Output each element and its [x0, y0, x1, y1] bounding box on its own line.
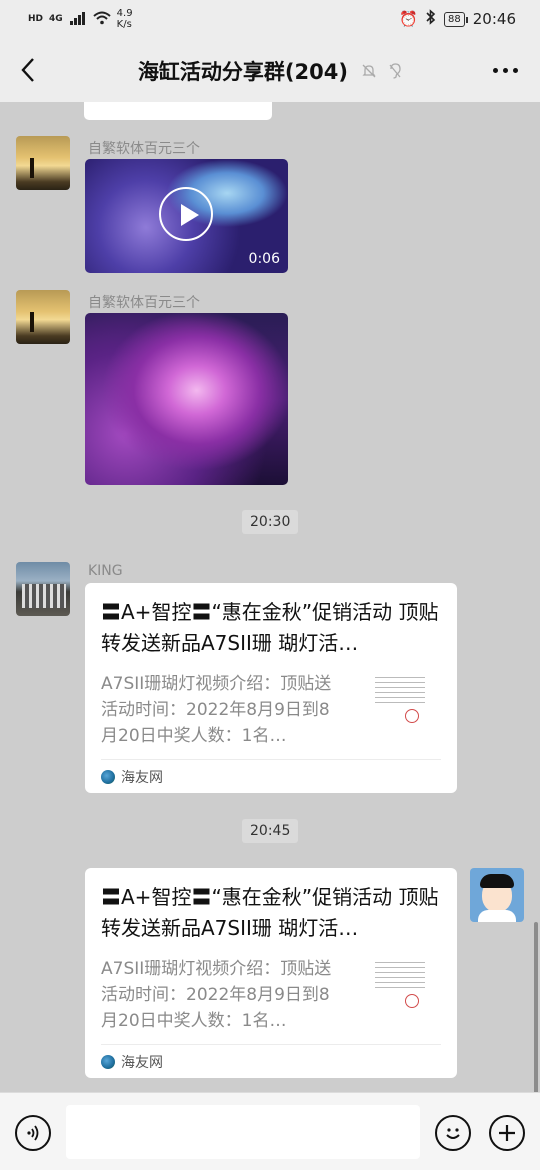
alarm-icon: ⏰ [399, 10, 419, 28]
chat-title: 海缸活动分享群(204) [0, 56, 540, 86]
video-duration: 0:06 [248, 251, 280, 267]
net-speed-value: 4.9 [116, 8, 133, 19]
link-card-thumbnail [371, 671, 429, 729]
source-logo-icon [101, 1054, 115, 1069]
plus-icon[interactable] [489, 1115, 525, 1151]
avatar[interactable] [16, 136, 70, 190]
source-name: 海友网 [121, 1054, 163, 1071]
source-name: 海友网 [121, 769, 163, 786]
sender-name: 自繁软体百元三个 [88, 141, 200, 157]
net-speed-unit: K/s [116, 19, 132, 30]
sender-name: 自繁软体百元三个 [88, 295, 200, 311]
link-card-source: 海友网 [101, 759, 441, 793]
battery-icon: 88 [444, 11, 468, 27]
status-bar: HD 4G 4.9 K/s ⏰ 88 20:46 [0, 0, 540, 38]
message-timestamp: 20:45 [242, 819, 299, 843]
status-left: HD 4G 4.9 K/s [28, 8, 133, 30]
bluetooth-icon [426, 9, 436, 29]
play-icon[interactable] [159, 187, 213, 241]
status-right: ⏰ 88 20:46 [399, 9, 516, 29]
wifi-icon [93, 11, 111, 28]
input-bar [0, 1092, 540, 1170]
more-dots-icon[interactable] [493, 68, 518, 73]
link-card-body: A7SII珊瑚灯视频介绍：顶贴送活动时间：2022年8月9日到8月20日中奖人数… [101, 671, 441, 749]
signal-icon [69, 11, 87, 28]
mute-icon [361, 64, 382, 83]
ear-icon [388, 63, 402, 83]
partial-message-bubble[interactable] [84, 102, 272, 120]
avatar[interactable] [470, 868, 524, 922]
link-card-body: A7SII珊瑚灯视频介绍：顶贴送活动时间：2022年8月9日到8月20日中奖人数… [101, 956, 441, 1034]
voice-icon[interactable] [15, 1115, 51, 1151]
message-input[interactable] [66, 1105, 420, 1159]
clock: 20:46 [472, 10, 516, 28]
net-speed: 4.9 K/s [117, 8, 133, 30]
link-card-description: A7SII珊瑚灯视频介绍：顶贴送活动时间：2022年8月9日到8月20日中奖人数… [101, 959, 332, 1031]
link-card-title: 〓A+智控〓“惠在金秋”促销活动 顶贴转发送新品A7SII珊 瑚灯活… [101, 885, 439, 940]
link-card[interactable]: 〓A+智控〓“惠在金秋”促销活动 顶贴转发送新品A7SII珊 瑚灯活… A7SI… [85, 583, 457, 793]
chat-title-text: 海缸活动分享群(204) [137, 60, 348, 84]
network-badge: 4G [49, 14, 63, 24]
emoji-icon[interactable] [435, 1115, 471, 1151]
sender-name: KING [88, 563, 123, 579]
image-message[interactable] [85, 313, 288, 485]
link-card-thumbnail [371, 956, 429, 1014]
chat-header: 海缸活动分享群(204) [0, 38, 540, 102]
source-logo-icon [101, 769, 115, 784]
chat-area[interactable]: 自繁软体百元三个 0:06 自繁软体百元三个 20:30 KING 〓A+智控〓… [0, 102, 540, 1092]
hd-badge: HD [28, 14, 44, 24]
avatar[interactable] [16, 562, 70, 616]
link-card-source: 海友网 [101, 1044, 441, 1078]
link-card-description: A7SII珊瑚灯视频介绍：顶贴送活动时间：2022年8月9日到8月20日中奖人数… [101, 674, 332, 746]
avatar[interactable] [16, 290, 70, 344]
video-message[interactable]: 0:06 [85, 159, 288, 273]
message-timestamp: 20:30 [242, 510, 299, 534]
link-card[interactable]: 〓A+智控〓“惠在金秋”促销活动 顶贴转发送新品A7SII珊 瑚灯活… A7SI… [85, 868, 457, 1078]
scrollbar[interactable] [534, 922, 538, 1092]
link-card-title: 〓A+智控〓“惠在金秋”促销活动 顶贴转发送新品A7SII珊 瑚灯活… [101, 600, 439, 655]
